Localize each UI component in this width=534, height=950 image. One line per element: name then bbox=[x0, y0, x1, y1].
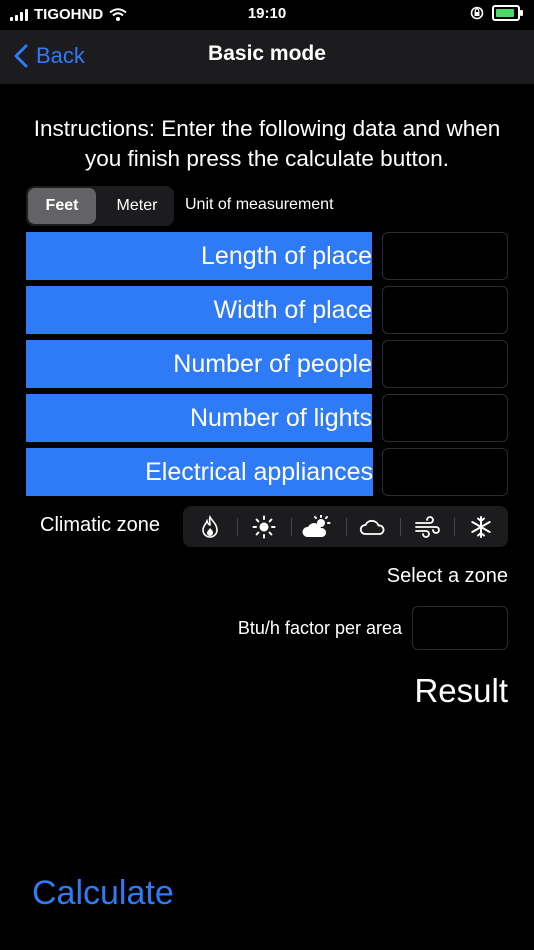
cloud-icon bbox=[359, 519, 384, 535]
zone-windy-button[interactable] bbox=[399, 506, 454, 547]
status-time: 19:10 bbox=[247, 5, 287, 22]
btu-factor-label: Btu/h factor per area bbox=[237, 618, 402, 638]
field-label-length: Length of place bbox=[26, 232, 372, 280]
people-input[interactable] bbox=[382, 340, 508, 388]
sun-cloud-icon bbox=[302, 514, 331, 537]
field-row-lights: Number of lights bbox=[26, 394, 508, 442]
climatic-zone-label: Climatic zone bbox=[40, 514, 161, 536]
field-label-lights: Number of lights bbox=[26, 394, 372, 442]
unit-option-feet[interactable]: Feet bbox=[28, 188, 96, 224]
btu-factor-input[interactable] bbox=[412, 606, 508, 650]
battery-icon bbox=[492, 5, 523, 21]
fire-icon bbox=[202, 514, 218, 538]
zone-sunny-button[interactable] bbox=[237, 506, 291, 547]
field-row-width: Width of place bbox=[26, 286, 508, 334]
calculate-button[interactable]: Calculate bbox=[32, 874, 174, 913]
field-row-appliances: Electrical appliances bbox=[26, 448, 508, 496]
width-input[interactable] bbox=[382, 286, 508, 334]
status-bar: TIGOHND 19:10 bbox=[0, 0, 534, 30]
field-label-people: Number of people bbox=[26, 340, 372, 388]
field-row-length: Length of place bbox=[26, 232, 508, 280]
climatic-zone-selector bbox=[183, 506, 508, 547]
wind-icon bbox=[414, 515, 440, 538]
zone-partly-cloudy-button[interactable] bbox=[291, 506, 345, 547]
field-label-appliances: Electrical appliances bbox=[26, 448, 373, 496]
zone-cloudy-button[interactable] bbox=[345, 506, 400, 547]
status-right bbox=[470, 5, 523, 21]
zone-hot-button[interactable] bbox=[183, 506, 237, 547]
navigation-bar: Back Basic mode bbox=[0, 30, 534, 84]
field-row-people: Number of people bbox=[26, 340, 508, 388]
snowflake-icon bbox=[471, 515, 491, 538]
unit-segmented-control: Feet Meter bbox=[26, 186, 174, 226]
field-label-width: Width of place bbox=[26, 286, 372, 334]
zone-cold-button[interactable] bbox=[453, 506, 508, 547]
unit-option-meter[interactable]: Meter bbox=[102, 188, 172, 224]
orientation-lock-icon bbox=[470, 6, 484, 20]
length-input[interactable] bbox=[382, 232, 508, 280]
page-title: Basic mode bbox=[208, 42, 326, 65]
result-label: Result bbox=[414, 672, 508, 709]
sun-icon bbox=[252, 515, 276, 538]
lights-input[interactable] bbox=[382, 394, 508, 442]
instructions-text: Instructions: Enter the following data a… bbox=[33, 116, 501, 171]
appliances-input[interactable] bbox=[382, 448, 508, 496]
select-zone-text: Select a zone bbox=[386, 565, 508, 587]
unit-label: Unit of measurement bbox=[185, 196, 334, 213]
